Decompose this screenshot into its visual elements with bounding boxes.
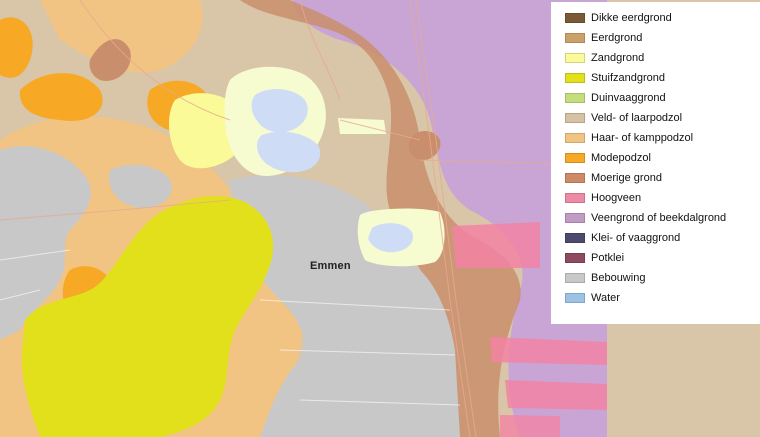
legend-item: Duinvaaggrond [551,88,760,108]
legend-label: Zandgrond [591,52,645,64]
hoogveen-area [505,380,607,410]
legend-swatch [565,213,585,223]
legend-item: Veengrond of beekdalgrond [551,208,760,228]
legend-item: Dikke eerdgrond [551,8,760,28]
legend-label: Water [591,292,620,304]
legend-label: Eerdgrond [591,32,643,44]
legend-swatch [565,53,585,63]
legend-label: Dikke eerdgrond [591,12,672,24]
legend-item: Moerige grond [551,168,760,188]
legend-swatch [565,93,585,103]
legend-swatch [565,73,585,83]
legend-swatch [565,173,585,183]
legend-label: Hoogveen [591,192,642,204]
legend-label: Bebouwing [591,272,646,284]
legend-item: Bebouwing [551,268,760,288]
legend-swatch [565,273,585,283]
legend-label: Veengrond of beekdalgrond [591,212,727,224]
legend-swatch [565,153,585,163]
legend-swatch [565,13,585,23]
legend-swatch [565,133,585,143]
legend-swatch [565,193,585,203]
legend-label: Haar- of kamppodzol [591,132,694,144]
legend-item: Stuifzandgrond [551,68,760,88]
legend-swatch [565,233,585,243]
legend-label: Moerige grond [591,172,662,184]
hoogveen-area [500,415,560,437]
legend-swatch [565,253,585,263]
map-legend: Dikke eerdgrond Eerdgrond Zandgrond Stuifza… [551,2,760,324]
legend-item: Veld- of laarpodzol [551,108,760,128]
legend-swatch [565,33,585,43]
legend-item: Potklei [551,248,760,268]
legend-item: Eerdgrond [551,28,760,48]
legend-label: Potklei [591,252,625,264]
legend-item: Hoogveen [551,188,760,208]
legend-label: Stuifzandgrond [591,72,665,84]
legend-item: Zandgrond [551,48,760,68]
legend-item: Modepodzol [551,148,760,168]
legend-label: Modepodzol [591,152,651,164]
legend-swatch [565,293,585,303]
legend-label: Duinvaaggrond [591,92,666,104]
legend-label: Klei- of vaaggrond [591,232,681,244]
legend-swatch [565,113,585,123]
place-label-emmen: Emmen [310,260,351,272]
legend-item: Haar- of kamppodzol [551,128,760,148]
legend-item: Klei- of vaaggrond [551,228,760,248]
legend-item: Water [551,288,760,308]
hoogveen-area [452,222,540,268]
legend-label: Veld- of laarpodzol [591,112,683,124]
